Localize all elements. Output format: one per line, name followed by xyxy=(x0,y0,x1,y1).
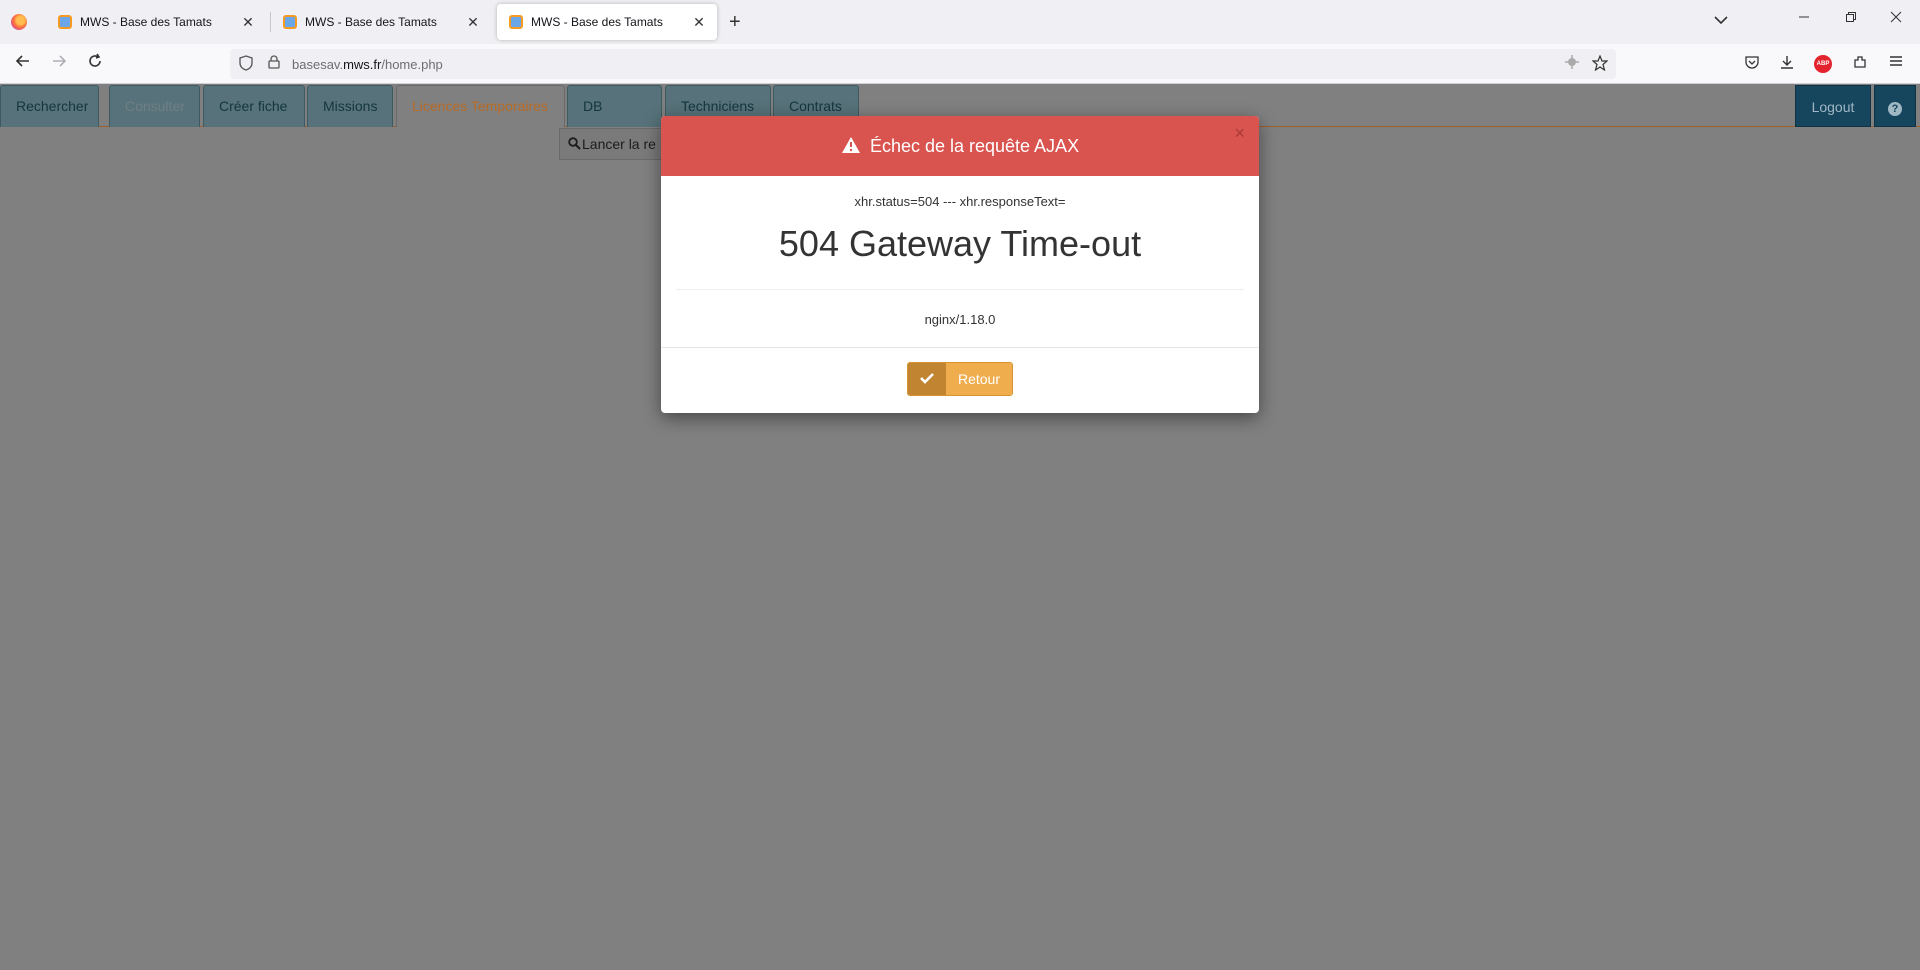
browser-tab[interactable]: MWS - Base des Tamats ✕ xyxy=(46,4,266,40)
error-modal: Échec de la requête AJAX × xhr.status=50… xyxy=(661,116,1259,413)
server-signature: nginx/1.18.0 xyxy=(924,312,996,327)
tab-missions[interactable]: Missions xyxy=(307,85,393,127)
reload-icon[interactable] xyxy=(84,53,106,75)
search-icon xyxy=(568,130,581,160)
retour-button[interactable]: Retour xyxy=(906,362,1014,396)
menu-icon[interactable] xyxy=(1886,54,1906,70)
browser-tab-active[interactable]: MWS - Base des Tamats ✕ xyxy=(497,4,717,40)
adblock-icon[interactable]: ABP xyxy=(1814,55,1832,73)
url-text[interactable]: basesav.mws.fr/home.php xyxy=(292,57,443,72)
new-tab-button[interactable]: + xyxy=(729,10,741,34)
error-heading: 504 Gateway Time-out xyxy=(676,216,1244,290)
lock-icon[interactable] xyxy=(268,55,280,72)
close-tab-icon[interactable]: ✕ xyxy=(240,14,256,31)
tab-title: MWS - Base des Tamats xyxy=(531,15,663,29)
favicon-icon xyxy=(283,15,297,29)
shield-icon[interactable] xyxy=(239,55,253,74)
help-button[interactable]: ? xyxy=(1874,85,1916,127)
firefox-icon[interactable] xyxy=(11,14,27,30)
url-bar[interactable]: basesav.mws.fr/home.php xyxy=(230,49,1616,79)
tab-rechercher[interactable]: Rechercher xyxy=(0,85,99,127)
tab-consulter: Consulter xyxy=(109,85,200,127)
extension-icon[interactable] xyxy=(1565,55,1579,72)
modal-header: Échec de la requête AJAX × xyxy=(661,116,1259,176)
favicon-icon xyxy=(58,15,72,29)
tab-title: MWS - Base des Tamats xyxy=(80,15,212,29)
list-tabs-icon[interactable] xyxy=(1714,12,1728,28)
tab-title: MWS - Base des Tamats xyxy=(305,15,437,29)
logout-button[interactable]: Logout xyxy=(1795,85,1871,127)
modal-close-button[interactable]: × xyxy=(1234,116,1245,150)
help-icon: ? xyxy=(1888,102,1902,116)
modal-title: Échec de la requête AJAX xyxy=(869,136,1080,156)
pocket-icon[interactable] xyxy=(1742,54,1762,73)
downloads-icon[interactable] xyxy=(1777,54,1797,73)
close-tab-icon[interactable]: ✕ xyxy=(465,14,481,31)
checkmark-icon xyxy=(907,363,946,395)
close-window-icon[interactable] xyxy=(1886,10,1906,26)
tab-licences-temporaires[interactable]: Licences Temporaires xyxy=(396,85,565,127)
browser-nav-bar: basesav.mws.fr/home.php ABP xyxy=(0,44,1920,84)
tab-db-mngr[interactable]: DB MNGR xyxy=(567,85,662,154)
minimize-icon[interactable] xyxy=(1794,10,1814,26)
favicon-icon xyxy=(509,15,523,29)
restore-icon[interactable] xyxy=(1841,10,1861,26)
close-tab-icon[interactable]: ✕ xyxy=(691,14,707,31)
xhr-status-text: xhr.status=504 --- xhr.responseText= xyxy=(854,194,1066,209)
bookmark-star-icon[interactable] xyxy=(1591,54,1609,74)
forward-icon[interactable] xyxy=(48,53,70,75)
search-button-label: Lancer la re xyxy=(582,136,656,152)
tab-creer-fiche[interactable]: Créer fiche xyxy=(203,85,305,127)
modal-footer: Retour xyxy=(661,348,1259,396)
browser-tab-bar: MWS - Base des Tamats ✕ MWS - Base des T… xyxy=(0,0,1920,44)
extensions-icon[interactable] xyxy=(1850,54,1870,73)
warning-icon xyxy=(841,136,866,156)
back-icon[interactable] xyxy=(12,53,34,75)
retour-button-label: Retour xyxy=(945,363,1013,395)
modal-body: xhr.status=504 --- xhr.responseText= 504… xyxy=(661,176,1259,348)
browser-tab[interactable]: MWS - Base des Tamats ✕ xyxy=(271,4,491,40)
